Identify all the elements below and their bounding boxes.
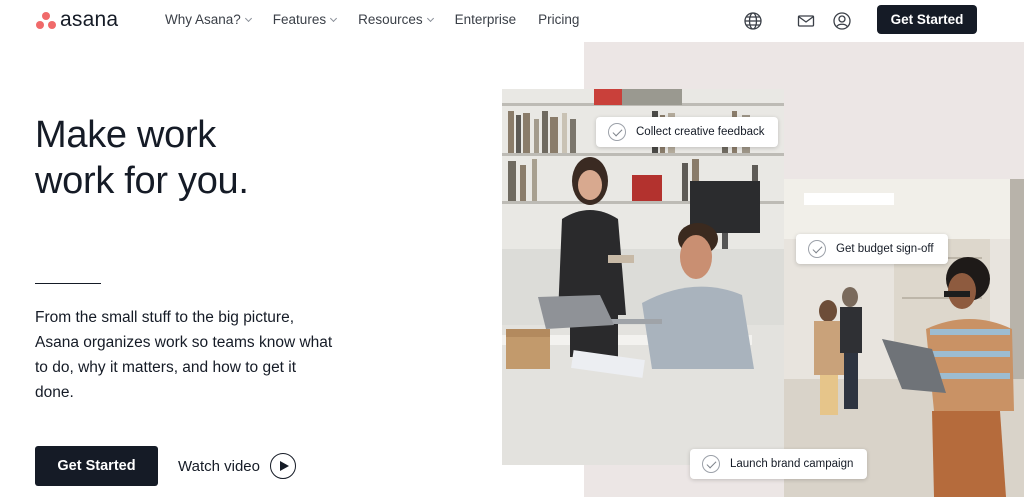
divider: [35, 283, 101, 284]
nav-link-label: Enterprise: [454, 12, 517, 27]
nav-link-label: Features: [272, 12, 327, 27]
asana-logo-icon: [36, 11, 56, 29]
nav-link-label: Why Asana?: [165, 12, 241, 27]
headline-line-1: Make work: [35, 114, 217, 156]
chevron-down-icon: [426, 14, 434, 22]
play-icon: [269, 453, 296, 479]
nav-link-why-asana[interactable]: Why Asana?: [165, 12, 252, 27]
chevron-down-icon: [244, 14, 252, 22]
task-label: Launch brand campaign: [730, 458, 854, 470]
task-chip-launch-brand-campaign: Launch brand campaign: [690, 449, 868, 479]
nav-get-started-button[interactable]: Get Started: [877, 5, 977, 34]
user-icon[interactable]: [832, 11, 852, 31]
hero-get-started-button[interactable]: Get Started: [35, 446, 158, 486]
nav-link-pricing[interactable]: Pricing: [538, 12, 579, 27]
task-label: Collect creative feedback: [636, 126, 765, 138]
logo-text: asana: [60, 8, 119, 31]
hero-headline: Make work work for you.: [35, 112, 249, 204]
watch-video-label: Watch video: [178, 457, 260, 475]
nav-link-resources[interactable]: Resources: [358, 12, 434, 27]
chevron-down-icon: [330, 14, 338, 22]
checkmark-icon: [808, 240, 826, 258]
nav-link-label: Pricing: [538, 12, 580, 27]
nav-links: Why Asana? Features Resources Enterprise…: [165, 12, 601, 27]
watch-video-button[interactable]: Watch video: [178, 453, 296, 479]
task-chip-get-budget-sign-off: Get budget sign-off: [796, 234, 948, 264]
nav-link-features[interactable]: Features: [272, 12, 338, 27]
globe-icon[interactable]: [743, 11, 763, 31]
task-chip-collect-creative-feedback: Collect creative feedback: [596, 117, 779, 147]
mail-icon[interactable]: [796, 11, 816, 31]
hero-description: From the small stuff to the big picture,…: [35, 309, 333, 401]
top-navigation: asana Why Asana? Features Resources Ente…: [0, 0, 1024, 42]
asana-logo[interactable]: asana: [36, 8, 118, 32]
checkmark-icon: [608, 123, 626, 141]
checkmark-icon: [702, 455, 720, 473]
task-label: Get budget sign-off: [836, 243, 934, 255]
nav-link-enterprise[interactable]: Enterprise: [455, 12, 517, 27]
nav-link-label: Resources: [358, 12, 423, 27]
headline-line-2: work for you.: [35, 160, 249, 202]
